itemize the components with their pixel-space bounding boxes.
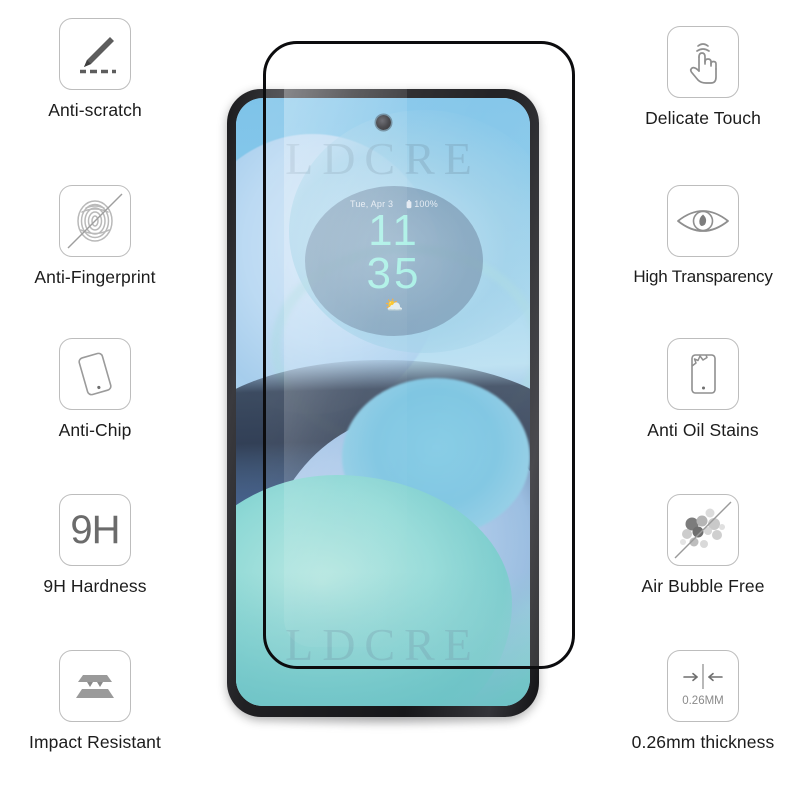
tempered-glass-protector <box>263 41 575 669</box>
feature-impact-resistant: Impact Resistant <box>0 650 190 752</box>
eye-icon <box>667 185 739 257</box>
feature-label: Delicate Touch <box>645 108 761 128</box>
feature-anti-fingerprint: Anti-Fingerprint <box>0 185 190 287</box>
feature-label: Anti-scratch <box>48 100 142 120</box>
bubbles-crossed-icon <box>667 494 739 566</box>
tilted-phone-icon <box>59 338 131 410</box>
feature-anti-oil-stains: Anti Oil Stains <box>608 338 798 440</box>
thickness-arrows-icon: 0.26MM <box>667 650 739 722</box>
feature-label: 0.26mm thickness <box>631 732 775 752</box>
impact-layers-icon <box>59 650 131 722</box>
feature-9h-hardness: 9H 9H Hardness <box>0 494 190 596</box>
hardness-9h-icon: 9H <box>59 494 131 566</box>
feature-label: High Transparency <box>633 267 773 286</box>
feature-air-bubble-free: Air Bubble Free <box>608 494 798 596</box>
feature-anti-scratch: Anti-scratch <box>0 18 190 120</box>
touch-hand-icon <box>667 26 739 98</box>
hardness-icon-text: 9H <box>70 507 120 552</box>
product-feature-image: Anti-scratch Anti-Fingerprint Anti-Chip … <box>0 0 800 800</box>
feature-column-right: Delicate Touch High Transparency Anti Oi… <box>608 0 798 800</box>
feature-label: 9H Hardness <box>43 576 147 596</box>
feature-column-left: Anti-scratch Anti-Fingerprint Anti-Chip … <box>0 0 190 800</box>
feature-label: Impact Resistant <box>29 732 161 752</box>
glass-reflection <box>284 62 407 648</box>
feature-delicate-touch: Delicate Touch <box>608 26 798 128</box>
thickness-icon-text: 0.26MM <box>682 695 724 707</box>
feature-high-transparency: High Transparency <box>608 185 798 287</box>
feature-anti-chip: Anti-Chip <box>0 338 190 440</box>
feature-label: Anti Oil Stains <box>647 420 759 440</box>
feature-label: Anti-Fingerprint <box>34 267 156 287</box>
feature-thickness: 0.26MM 0.26mm thickness <box>608 650 798 752</box>
fingerprint-crossed-icon <box>59 185 131 257</box>
oil-stain-phone-icon <box>667 338 739 410</box>
feature-label: Anti-Chip <box>58 420 132 440</box>
phone-with-screen-protector: LDCRE LDCRE Tue, Apr 3 100% <box>205 35 595 765</box>
feature-label: Air Bubble Free <box>641 576 765 596</box>
pencil-scratch-icon <box>59 18 131 90</box>
